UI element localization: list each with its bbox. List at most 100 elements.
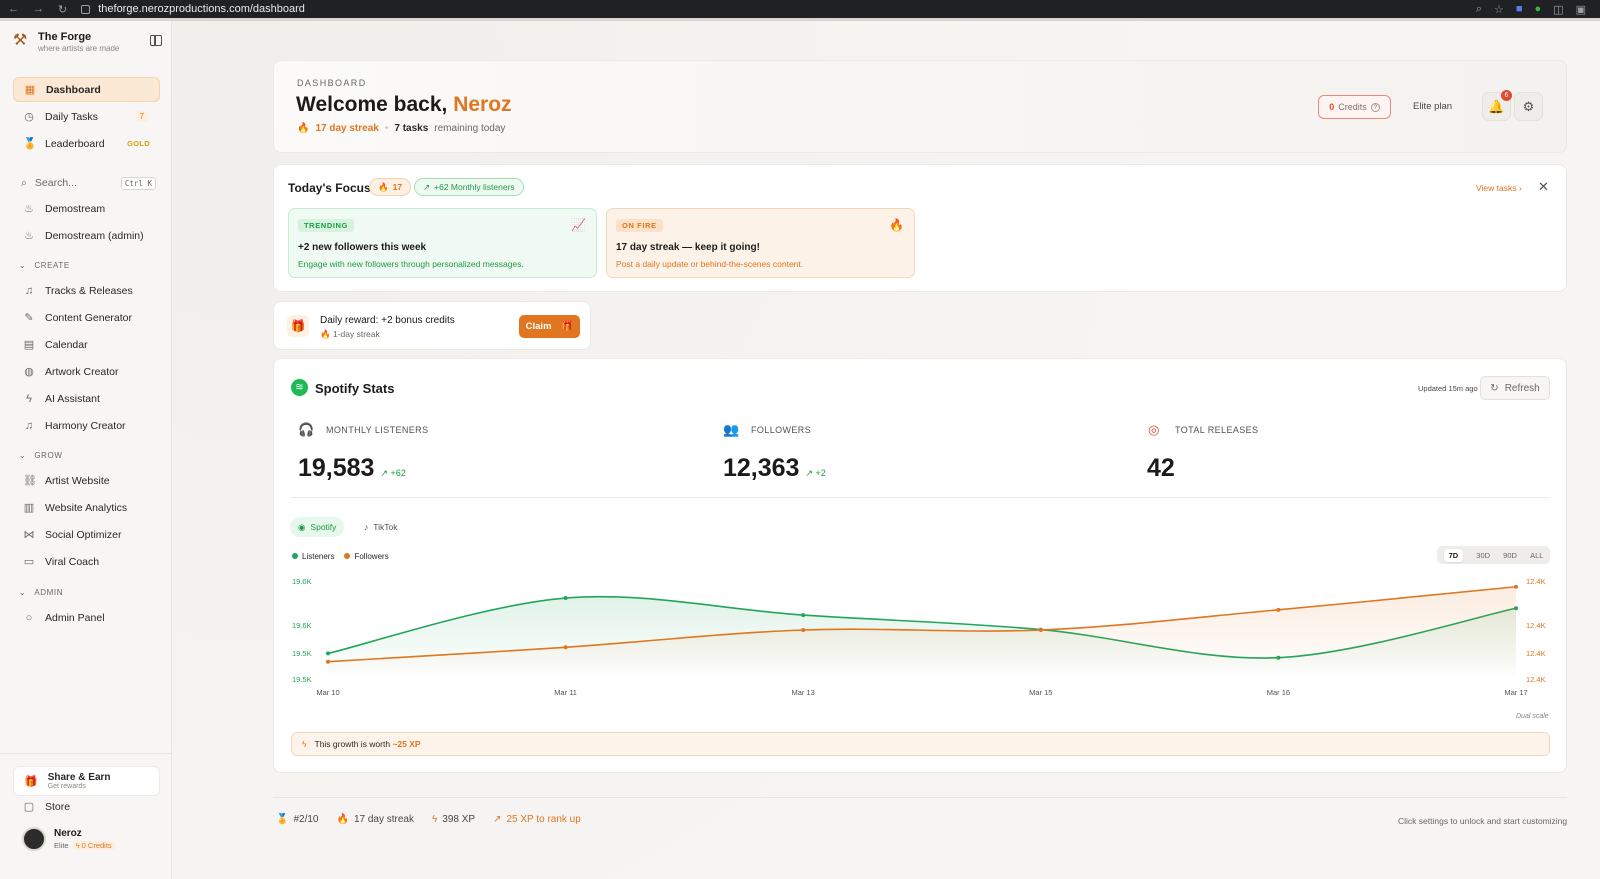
share-earn-button[interactable]: 🎁 Share & Earn Get rewards <box>13 766 160 796</box>
sidebar-item-label: Leaderboard <box>45 137 105 150</box>
sidebar-item-label: Tracks & Releases <box>45 284 133 297</box>
user-profile[interactable]: Neroz Elite ϟ 0 Credits <box>22 827 115 851</box>
range-all[interactable]: ALL <box>1530 551 1543 560</box>
bookmark-star-icon[interactable]: ☆ <box>1494 3 1504 16</box>
tab-tiktok[interactable]: ♪ TikTok <box>356 517 406 537</box>
on-fire-tile[interactable]: ON FIRE 🔥 17 day streak — keep it going!… <box>606 208 915 278</box>
metric-label: MONTHLY LISTENERS <box>326 425 429 435</box>
metric-value: 19,583 <box>298 454 375 482</box>
separator-dot: • <box>384 123 389 134</box>
sidebar-item-label: Demostream <box>45 202 106 215</box>
sidebar-item-social-optimizer[interactable]: ⋈ Social Optimizer <box>13 522 160 547</box>
x-tick-label: Mar 10 <box>316 688 339 697</box>
close-icon[interactable]: ✕ <box>1538 179 1549 195</box>
share-nodes-icon: ⋈ <box>23 529 35 541</box>
tier-badge: GOLD <box>127 139 150 148</box>
help-icon: ? <box>1370 102 1380 112</box>
bell-icon: 🔔 <box>1488 98 1505 114</box>
users-icon: 👥 <box>723 422 740 437</box>
tile-text: Engage with new followers through person… <box>298 259 524 269</box>
sidebar-item-label: Artwork Creator <box>45 365 119 378</box>
brand-title: The Forge <box>38 31 92 43</box>
address-bar[interactable]: theforge.nerozproductions.com/dashboard <box>81 3 305 15</box>
claim-button[interactable]: Claim 🎁 <box>519 315 580 338</box>
back-icon[interactable]: ← <box>8 3 19 16</box>
sidebar-item-store[interactable]: ▢ Store <box>13 794 160 819</box>
tasks-remaining-text: remaining today <box>434 123 506 134</box>
sidebar-item-label: Content Generator <box>45 311 132 324</box>
lightning-icon: ϟ <box>302 739 307 749</box>
credits-value: 0 <box>1329 102 1335 112</box>
view-tasks-link[interactable]: View tasks › <box>1476 183 1522 193</box>
chevron-down-icon: ⌄ <box>19 588 27 597</box>
metric-value: 12,363 <box>723 454 800 482</box>
range-90d[interactable]: 90D <box>1503 551 1517 560</box>
credits-button[interactable]: 0 Credits ? <box>1318 95 1391 119</box>
sidebar-item-website-analytics[interactable]: ▥ Website Analytics <box>13 495 160 520</box>
sidebar-item-admin-panel[interactable]: ○ Admin Panel <box>13 605 160 630</box>
customize-hint: Click settings to unlock and start custo… <box>1398 816 1568 826</box>
sidebar-item-ai-assistant[interactable]: ϟ AI Assistant <box>13 386 160 411</box>
section-create-toggle[interactable]: ⌄ CREATE <box>19 261 70 270</box>
trending-up-icon: ↗ <box>493 814 502 825</box>
data-point-followers <box>1276 607 1281 612</box>
streak-text: 17 day streak <box>315 123 379 134</box>
section-admin-toggle[interactable]: ⌄ ADMIN <box>19 588 63 597</box>
metric-delta: ↗ +2 <box>805 468 826 478</box>
extension-icon[interactable]: ■ <box>1516 3 1523 16</box>
zoom-icon[interactable]: ⌕ <box>1476 3 1482 16</box>
flame-icon: ♨ <box>24 230 34 242</box>
chevron-down-icon: ⌄ <box>19 451 27 460</box>
user-plan: Elite <box>54 841 69 850</box>
sidebar-item-harmony-creator[interactable]: ♫ Harmony Creator <box>13 413 160 438</box>
metric-monthly-listeners: 🎧 MONTHLY LISTENERS 19,583 ↗ +62 <box>298 422 429 483</box>
data-point-followers <box>326 659 330 664</box>
reload-icon[interactable]: ↻ <box>58 3 67 16</box>
sidebar-item-content-generator[interactable]: ✎ Content Generator <box>13 305 160 330</box>
user-credits: ϟ 0 Credits <box>72 841 115 850</box>
spotify-icon: ◉ <box>298 521 306 532</box>
data-point-followers <box>1514 584 1518 589</box>
sidebar-item-label: Store <box>45 800 71 813</box>
forward-icon[interactable]: → <box>33 3 44 16</box>
sidebar-toggle-icon[interactable] <box>150 35 162 46</box>
site-info-icon[interactable] <box>81 4 91 14</box>
sidebar-item-calendar[interactable]: ▤ Calendar <box>13 332 160 357</box>
sidebar-item-dashboard[interactable]: ▦ Dashboard <box>13 77 160 102</box>
range-30d[interactable]: 30D <box>1476 551 1490 560</box>
range-7d[interactable]: 7D <box>1443 548 1464 562</box>
notification-count-badge: 6 <box>1501 90 1512 101</box>
welcome-header: DASHBOARD Welcome back, Neroz 🔥 17 day s… <box>273 60 1567 153</box>
rank-stat: 🏅 #2/10 <box>276 814 319 825</box>
legend-followers: Followers <box>344 552 389 561</box>
xp-text: This growth is worth ~25 XP <box>314 739 421 749</box>
sidebar-item-leaderboard[interactable]: 🏅 Leaderboard GOLD <box>13 131 160 156</box>
sidebar-item-demostream-admin[interactable]: ♨ Demostream (admin) <box>13 223 160 248</box>
rank-up-stat: ↗ 25 XP to rank up <box>493 814 581 825</box>
settings-button[interactable]: ⚙ <box>1514 92 1543 121</box>
y-left-tick-label: 19.5K <box>292 675 312 684</box>
search-input[interactable]: ⌕ Search... Ctrl K <box>13 171 160 195</box>
tab-spotify[interactable]: ◉ Spotify <box>290 517 345 537</box>
section-grow-toggle[interactable]: ⌄ GROW <box>19 451 63 460</box>
trending-tile[interactable]: TRENDING 📈 +2 new followers this week En… <box>288 208 597 278</box>
extensions-puzzle-icon[interactable]: ◫ <box>1553 3 1563 16</box>
sidebar-item-tracks-releases[interactable]: ♫ Tracks & Releases <box>13 278 160 303</box>
sidebar-item-demostream[interactable]: ♨ Demostream <box>13 196 160 221</box>
sidebar-item-artwork-creator[interactable]: ◍ Artwork Creator <box>13 359 160 384</box>
sidebar-divider <box>0 753 172 754</box>
user-name: Neroz <box>54 828 82 839</box>
main-content: DASHBOARD Welcome back, Neroz 🔥 17 day s… <box>172 21 1600 879</box>
y-left-tick-label: 19.6K <box>292 621 312 630</box>
sidebar-item-viral-coach[interactable]: ▭ Viral Coach <box>13 549 160 574</box>
brand-tagline: where artists are made <box>38 44 120 53</box>
sidebar-item-artist-website[interactable]: ⛓ Artist Website <box>13 468 160 493</box>
metric-followers: 👥 FOLLOWERS 12,363 ↗ +2 <box>723 422 826 483</box>
refresh-button[interactable]: ↻ Refresh <box>1480 376 1550 400</box>
sidebar-item-daily-tasks[interactable]: ◷ Daily Tasks 7 <box>13 104 160 129</box>
lightning-icon: ϟ <box>26 392 32 405</box>
tab-search-icon[interactable]: ▣ <box>1576 3 1586 16</box>
sidebar-item-label: Dashboard <box>46 83 101 96</box>
extension-icon[interactable]: ● <box>1535 3 1542 16</box>
sidebar-item-label: Admin Panel <box>45 611 105 624</box>
